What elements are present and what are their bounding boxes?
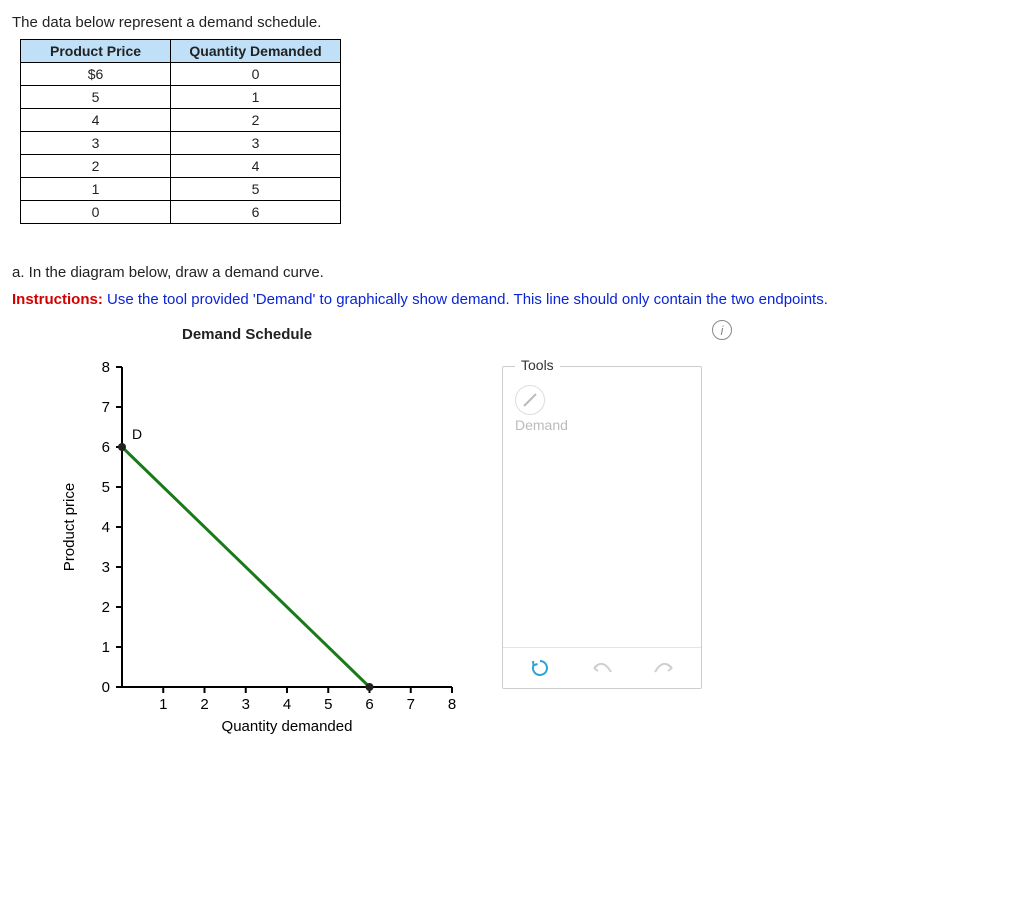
redo-icon — [653, 660, 675, 676]
table-row: 15 — [21, 178, 341, 201]
part-a-prompt: a. In the diagram below, draw a demand c… — [12, 264, 1012, 281]
tools-panel: Tools Demand — [502, 366, 702, 689]
svg-text:3: 3 — [242, 696, 250, 713]
table-cell: 5 — [21, 86, 171, 109]
col-header-qty: Quantity Demanded — [171, 40, 341, 63]
table-cell: 0 — [21, 201, 171, 224]
tool-demand-label: Demand — [515, 417, 568, 433]
table-cell: 1 — [21, 178, 171, 201]
demand-chart[interactable]: 0 1 2 3 4 5 6 7 8 1 2 3 4 5 6 7 8 Quantity demanded Produc… — [52, 357, 472, 737]
table-cell: 1 — [171, 86, 341, 109]
svg-text:0: 0 — [102, 679, 110, 696]
svg-text:Quantity demanded: Quantity demanded — [222, 718, 353, 735]
svg-text:8: 8 — [102, 359, 110, 376]
svg-text:4: 4 — [283, 696, 291, 713]
svg-text:4: 4 — [102, 519, 110, 536]
instructions-line: Instructions: Use the tool provided 'Dem… — [12, 291, 1012, 308]
svg-text:Product price: Product price — [61, 483, 78, 571]
svg-text:5: 5 — [324, 696, 332, 713]
svg-text:6: 6 — [102, 439, 110, 456]
svg-text:2: 2 — [102, 599, 110, 616]
table-row: 06 — [21, 201, 341, 224]
table-cell: 6 — [171, 201, 341, 224]
svg-text:3: 3 — [102, 559, 110, 576]
table-row: 42 — [21, 109, 341, 132]
svg-text:1: 1 — [102, 639, 110, 656]
table-row: $60 — [21, 63, 341, 86]
table-cell: 2 — [21, 155, 171, 178]
svg-text:D: D — [132, 426, 142, 442]
chart-container: Demand Schedule 0 1 2 3 4 5 6 7 8 1 2 3 4 5 6 7 8 Quantit… — [52, 326, 472, 737]
col-header-price: Product Price — [21, 40, 171, 63]
line-tool-icon — [515, 385, 545, 415]
svg-text:6: 6 — [365, 696, 373, 713]
table-cell: 3 — [21, 132, 171, 155]
info-icon[interactable]: i — [712, 320, 732, 340]
reset-button[interactable] — [526, 656, 554, 680]
demand-table: Product Price Quantity Demanded $6051423… — [20, 39, 341, 224]
redo-button[interactable] — [650, 656, 678, 680]
tools-legend: Tools — [515, 357, 560, 373]
chart-title: Demand Schedule — [182, 326, 472, 343]
tool-demand[interactable]: Demand — [515, 385, 689, 433]
table-cell: 5 — [171, 178, 341, 201]
table-row: 33 — [21, 132, 341, 155]
table-cell: 0 — [171, 63, 341, 86]
table-cell: $6 — [21, 63, 171, 86]
svg-text:1: 1 — [159, 696, 167, 713]
svg-text:7: 7 — [102, 399, 110, 416]
svg-text:2: 2 — [200, 696, 208, 713]
svg-text:5: 5 — [102, 479, 110, 496]
table-cell: 4 — [21, 109, 171, 132]
table-cell: 3 — [171, 132, 341, 155]
svg-text:7: 7 — [407, 696, 415, 713]
instructions-text: Use the tool provided 'Demand' to graphi… — [103, 291, 828, 308]
svg-text:8: 8 — [448, 696, 456, 713]
reset-icon — [530, 658, 550, 678]
table-cell: 2 — [171, 109, 341, 132]
undo-icon — [591, 660, 613, 676]
table-cell: 4 — [171, 155, 341, 178]
table-row: 51 — [21, 86, 341, 109]
table-row: 24 — [21, 155, 341, 178]
intro-text: The data below represent a demand schedu… — [12, 14, 1012, 31]
undo-button[interactable] — [588, 656, 616, 680]
instructions-keyword: Instructions: — [12, 291, 103, 308]
